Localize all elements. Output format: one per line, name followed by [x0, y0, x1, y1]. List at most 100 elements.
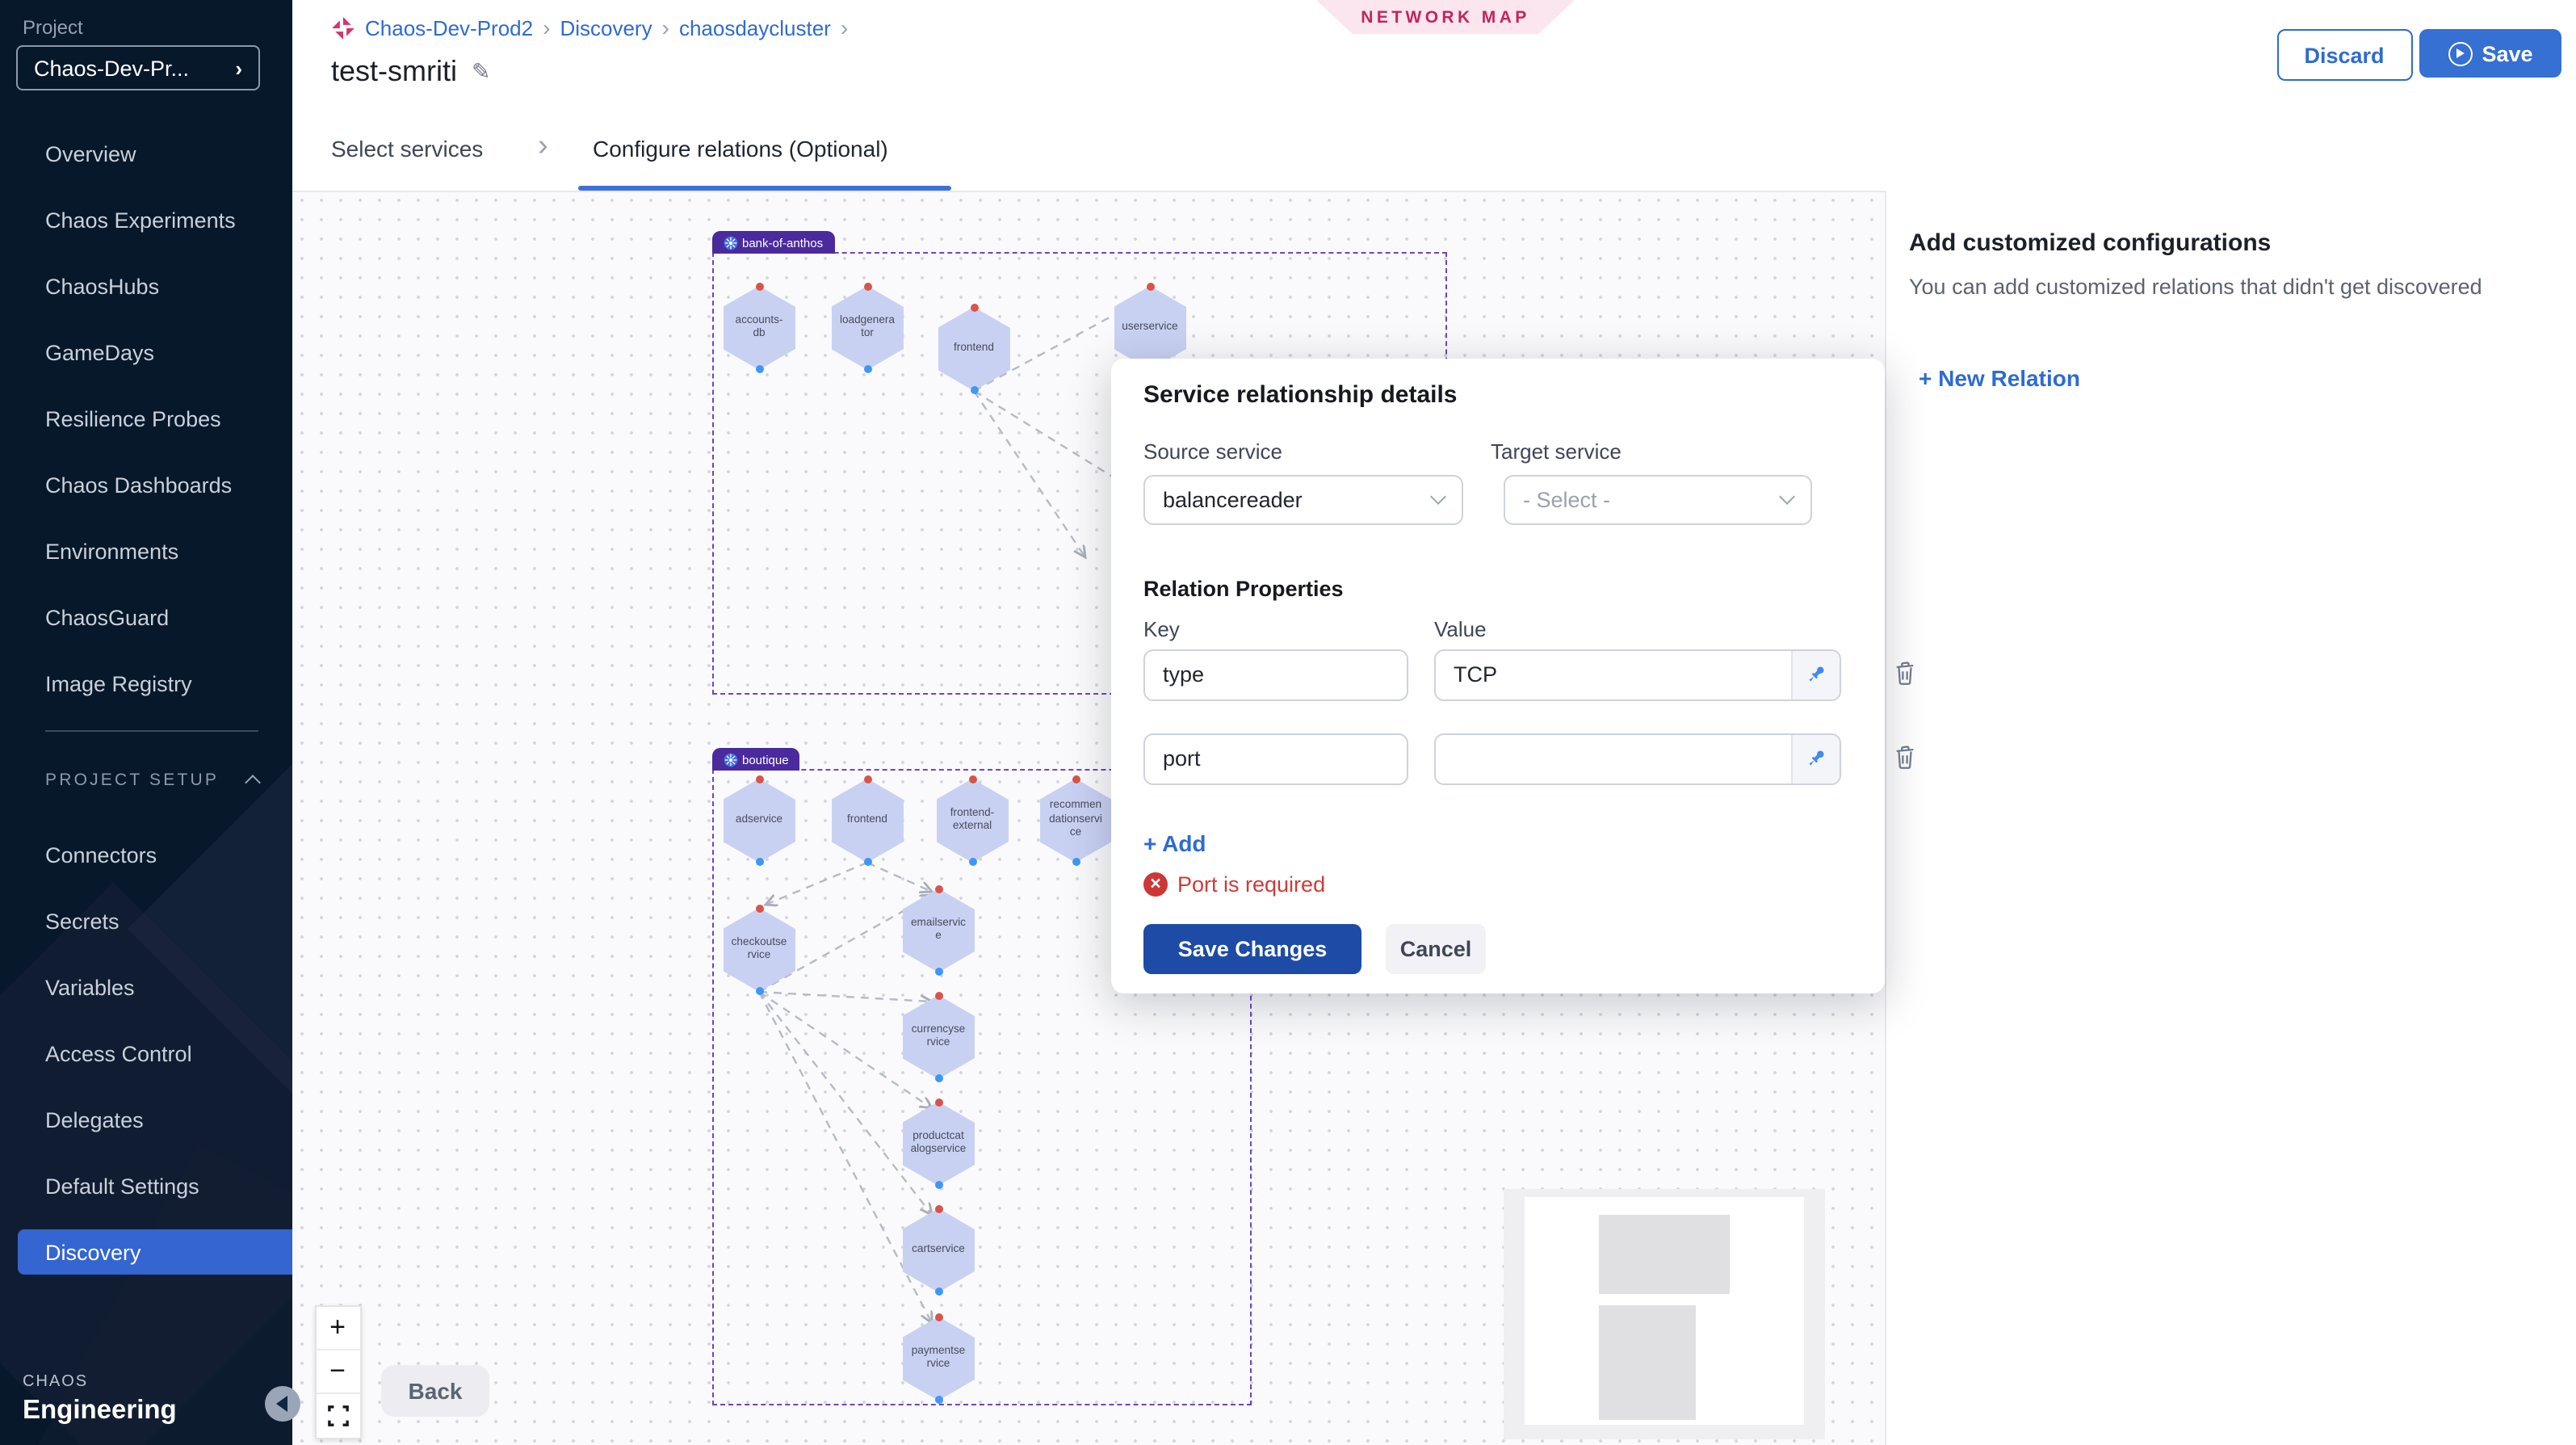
service-node-label: recommendationservice: [1039, 779, 1112, 863]
breadcrumb-account-link[interactable]: Chaos-Dev-Prod2: [365, 15, 533, 40]
service-node-frontend-external[interactable]: frontend-external: [936, 779, 1009, 863]
minimap[interactable]: [1504, 1189, 1825, 1439]
service-node-frontend[interactable]: frontend: [938, 307, 1010, 391]
minimap-cluster-rect: [1599, 1215, 1730, 1294]
fullscreen-button[interactable]: [316, 1394, 359, 1438]
service-node-cartservice[interactable]: cartservice: [902, 1208, 975, 1292]
sidebar-item-connectors[interactable]: Connectors: [0, 832, 292, 877]
chevron-right-icon: ›: [235, 56, 242, 80]
breadcrumb-separator: ›: [543, 15, 550, 40]
edit-pencil-icon[interactable]: ✎: [472, 58, 490, 86]
pin-icon: [1806, 664, 1827, 685]
delete-row-button-port[interactable]: [1893, 744, 1920, 773]
output-port-dot: [934, 1074, 942, 1082]
sidebar-item-chaosguard[interactable]: ChaosGuard: [0, 594, 292, 640]
tab-configure-relations[interactable]: Configure relations (Optional): [593, 136, 888, 162]
input-port-dot: [968, 775, 976, 783]
save-button[interactable]: Save: [2419, 29, 2561, 78]
add-property-link[interactable]: + Add: [1143, 830, 1206, 855]
sidebar-item-delegates[interactable]: Delegates: [0, 1097, 292, 1142]
sidebar-collapse-button[interactable]: [265, 1386, 300, 1422]
input-port-dot: [1146, 283, 1154, 291]
input-port-dot: [755, 775, 763, 783]
sidebar-item-image-registry[interactable]: Image Registry: [0, 661, 292, 706]
pin-value-button[interactable]: [1791, 734, 1840, 783]
sidebar-item-overview[interactable]: Overview: [0, 131, 292, 176]
sidebar-item-chaos-experiments[interactable]: Chaos Experiments: [0, 197, 292, 242]
property-value-input-type[interactable]: [1436, 650, 1791, 699]
service-node-accounts-db[interactable]: accounts-db: [723, 286, 795, 370]
pin-value-button[interactable]: [1791, 650, 1840, 699]
sidebar-item-variables[interactable]: Variables: [0, 964, 292, 1010]
input-port-dot: [934, 1205, 942, 1213]
target-service-placeholder: - Select -: [1523, 487, 1610, 511]
section-label: PROJECT SETUP: [45, 771, 219, 790]
error-circle-icon: ✕: [1143, 872, 1168, 896]
input-port-dot: [755, 283, 763, 291]
property-value-field-type: [1434, 649, 1841, 700]
zoom-in-button[interactable]: +: [316, 1307, 359, 1350]
sidebar-item-access-control[interactable]: Access Control: [0, 1031, 292, 1076]
delete-row-button-type[interactable]: [1893, 660, 1920, 689]
source-service-select[interactable]: balancereader: [1143, 474, 1463, 524]
cancel-button[interactable]: Cancel: [1386, 923, 1486, 973]
service-node-currencyservice[interactable]: currencyservice: [902, 995, 975, 1079]
new-relation-link[interactable]: + New Relation: [1919, 365, 2080, 391]
panel-subtitle: You can add customized relations that di…: [1909, 275, 2482, 299]
service-node-recommendationservice[interactable]: recommendationservice: [1039, 779, 1112, 863]
source-service-label: Source service: [1143, 439, 1282, 463]
output-port-dot: [755, 858, 763, 866]
zoom-out-button[interactable]: −: [316, 1350, 359, 1394]
sidebar-item-discovery[interactable]: Discovery: [18, 1229, 292, 1275]
chevron-right-icon: ›: [538, 129, 548, 165]
sidebar-item-secrets[interactable]: Secrets: [0, 898, 292, 943]
property-key-input-type[interactable]: [1143, 649, 1408, 700]
sidebar-item-gamedays[interactable]: GameDays: [0, 330, 292, 375]
save-changes-button[interactable]: Save Changes: [1143, 923, 1361, 973]
service-node-loadgenerator[interactable]: loadgenerator: [831, 286, 904, 370]
input-port-dot: [934, 992, 942, 1000]
service-node-label: accounts-db: [723, 286, 795, 370]
minimap-cluster-rect: [1599, 1305, 1696, 1420]
back-button[interactable]: Back: [381, 1365, 489, 1417]
breadcrumb-discovery-link[interactable]: Discovery: [560, 15, 652, 40]
output-port-dot: [970, 386, 978, 394]
service-node-paymentservice[interactable]: paymentservice: [902, 1317, 975, 1401]
source-service-value: balancereader: [1163, 487, 1303, 511]
sidebar-item-chaoshubs[interactable]: ChaosHubs: [0, 263, 292, 309]
service-node-label: frontend: [938, 307, 1010, 391]
target-service-label: Target service: [1491, 439, 1622, 463]
service-node-checkoutservice[interactable]: checkoutservice: [723, 908, 795, 992]
tab-select-services[interactable]: Select services: [331, 136, 483, 162]
service-node-userservice[interactable]: userservice: [1114, 286, 1186, 370]
service-node-label: checkoutservice: [723, 908, 795, 992]
target-service-select[interactable]: - Select -: [1504, 474, 1812, 524]
sidebar-item-default-settings[interactable]: Default Settings: [0, 1163, 292, 1208]
sidebar-item-environments[interactable]: Environments: [0, 528, 292, 573]
service-node-emailservice[interactable]: emailservice: [902, 888, 975, 972]
sidebar-item-resilience-probes[interactable]: Resilience Probes: [0, 396, 292, 441]
property-key-input-port[interactable]: [1143, 733, 1408, 784]
service-node-frontend[interactable]: frontend: [831, 779, 904, 863]
service-node-adservice[interactable]: adservice: [723, 779, 795, 863]
service-node-label: loadgenerator: [831, 286, 904, 370]
sidebar: Project Chaos-Dev-Pr... › Overview Chaos …: [0, 0, 292, 1445]
breadcrumb-cluster-link[interactable]: chaosdaycluster: [679, 15, 831, 40]
network-map-badge: NETWORK MAP: [1316, 0, 1575, 34]
input-port-dot: [863, 283, 871, 291]
property-value-input-port[interactable]: [1436, 734, 1791, 783]
project-label: Project: [23, 16, 83, 39]
cluster-badge-bank-of-anthos[interactable]: bank-of-anthos: [711, 231, 834, 254]
sidebar-section-project-setup[interactable]: PROJECT SETUP: [45, 771, 258, 790]
sidebar-item-chaos-dashboards[interactable]: Chaos Dashboards: [0, 462, 292, 507]
output-port-dot: [934, 1181, 942, 1189]
input-port-dot: [934, 885, 942, 893]
minimap-viewport: [1525, 1197, 1804, 1425]
cluster-badge-boutique[interactable]: boutique: [711, 748, 800, 771]
discard-button[interactable]: Discard: [2276, 29, 2412, 81]
service-node-productcatalogservice[interactable]: productcatalogservice: [902, 1102, 975, 1186]
zoom-controls: + −: [314, 1305, 361, 1439]
app-root: Project Chaos-Dev-Pr... › Overview Chaos …: [0, 0, 2576, 1445]
cluster-name: boutique: [742, 752, 789, 767]
project-selector[interactable]: Chaos-Dev-Pr... ›: [16, 45, 260, 90]
